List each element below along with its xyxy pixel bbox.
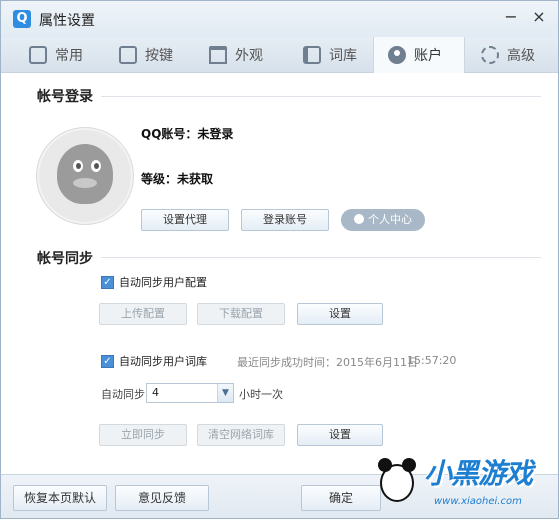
interval-unit-label: 小时一次 bbox=[239, 388, 283, 401]
tab-label: 按键 bbox=[145, 48, 173, 64]
title-bar[interactable]: Q 属性设置 − × bbox=[1, 1, 558, 37]
sync-interval-value: 4 bbox=[152, 386, 159, 399]
tab-bar: 常用 按键 外观 词库 账户 高级 bbox=[1, 37, 558, 73]
tab-dictionary[interactable]: 词库 bbox=[289, 37, 373, 73]
section-divider bbox=[101, 257, 541, 258]
penguin-icon bbox=[57, 144, 113, 204]
personal-center-button[interactable]: 个人中心 bbox=[341, 209, 425, 231]
sync-interval-select[interactable]: 4 ▼ bbox=[146, 383, 234, 403]
tab-label: 常用 bbox=[55, 48, 83, 64]
tab-label: 外观 bbox=[235, 48, 263, 64]
watermark-url: www.xiaohei.com bbox=[434, 496, 522, 507]
book-icon bbox=[303, 46, 321, 64]
proxy-settings-button[interactable]: 设置代理 bbox=[141, 209, 229, 231]
clear-cloud-dictionary-button[interactable]: 清空网络词库 bbox=[197, 424, 285, 446]
last-sync-date: 最近同步成功时间：2015年6月11日 bbox=[237, 356, 418, 369]
user-icon bbox=[354, 214, 364, 224]
user-icon bbox=[388, 46, 406, 64]
level-status: 等级：未获取 bbox=[141, 172, 214, 186]
login-account-button[interactable]: 登录账号 bbox=[241, 209, 329, 231]
sync-now-button[interactable]: 立即同步 bbox=[99, 424, 187, 446]
chevron-down-icon[interactable]: ▼ bbox=[217, 384, 233, 402]
key-icon bbox=[119, 46, 137, 64]
login-section-title: 帐号登录 bbox=[37, 89, 93, 105]
checkbox-label: 自动同步用户配置 bbox=[119, 276, 207, 289]
monitor-icon bbox=[29, 46, 47, 64]
watermark-text: 小黑游戏 bbox=[424, 457, 533, 490]
upload-config-button[interactable]: 上传配置 bbox=[99, 303, 187, 325]
tab-appearance[interactable]: 外观 bbox=[195, 37, 283, 73]
tab-keys[interactable]: 按键 bbox=[105, 37, 189, 73]
tab-label: 词库 bbox=[329, 48, 357, 64]
config-sync-settings-button[interactable]: 设置 bbox=[297, 303, 383, 325]
shirt-icon bbox=[209, 46, 227, 64]
sync-section-title: 帐号同步 bbox=[37, 251, 93, 267]
section-divider bbox=[101, 96, 541, 97]
sync-dictionary-checkbox[interactable]: ✓ 自动同步用户词库 bbox=[101, 353, 207, 369]
window-title: 属性设置 bbox=[39, 13, 95, 29]
download-config-button[interactable]: 下载配置 bbox=[197, 303, 285, 325]
panda-icon bbox=[374, 454, 420, 506]
app-logo-icon: Q bbox=[13, 10, 31, 28]
feedback-button[interactable]: 意见反馈 bbox=[115, 485, 209, 511]
auto-sync-label: 自动同步 bbox=[101, 388, 145, 401]
dictionary-sync-settings-button[interactable]: 设置 bbox=[297, 424, 383, 446]
last-sync-time: 15:57:20 bbox=[407, 354, 457, 367]
avatar bbox=[37, 128, 133, 224]
qq-account-status: QQ账号：未登录 bbox=[141, 127, 234, 141]
personal-center-label: 个人中心 bbox=[368, 213, 412, 226]
tab-account[interactable]: 账户 bbox=[373, 37, 465, 73]
minimize-button[interactable]: − bbox=[501, 7, 521, 27]
gear-icon bbox=[481, 46, 499, 64]
checkbox-label: 自动同步用户词库 bbox=[119, 355, 207, 368]
checkmark-icon: ✓ bbox=[101, 275, 114, 289]
tab-advanced[interactable]: 高级 bbox=[467, 37, 551, 73]
tab-common[interactable]: 常用 bbox=[15, 37, 99, 73]
settings-window: Q 属性设置 − × 常用 按键 外观 词库 账户 高级 帐号登录 QQ账号：未… bbox=[0, 0, 559, 519]
sync-config-checkbox[interactable]: ✓ 自动同步用户配置 bbox=[101, 274, 207, 290]
site-watermark-logo: 小黑游戏 www.xiaohei.com bbox=[374, 446, 554, 516]
account-panel: 帐号登录 QQ账号：未登录 等级：未获取 设置代理 登录账号 个人中心 帐号同步… bbox=[1, 74, 558, 474]
checkmark-icon: ✓ bbox=[101, 354, 114, 368]
ok-button[interactable]: 确定 bbox=[301, 485, 381, 511]
tab-label: 账户 bbox=[414, 48, 442, 64]
close-button[interactable]: × bbox=[529, 7, 549, 27]
tab-label: 高级 bbox=[507, 48, 535, 64]
restore-defaults-button[interactable]: 恢复本页默认 bbox=[13, 485, 107, 511]
